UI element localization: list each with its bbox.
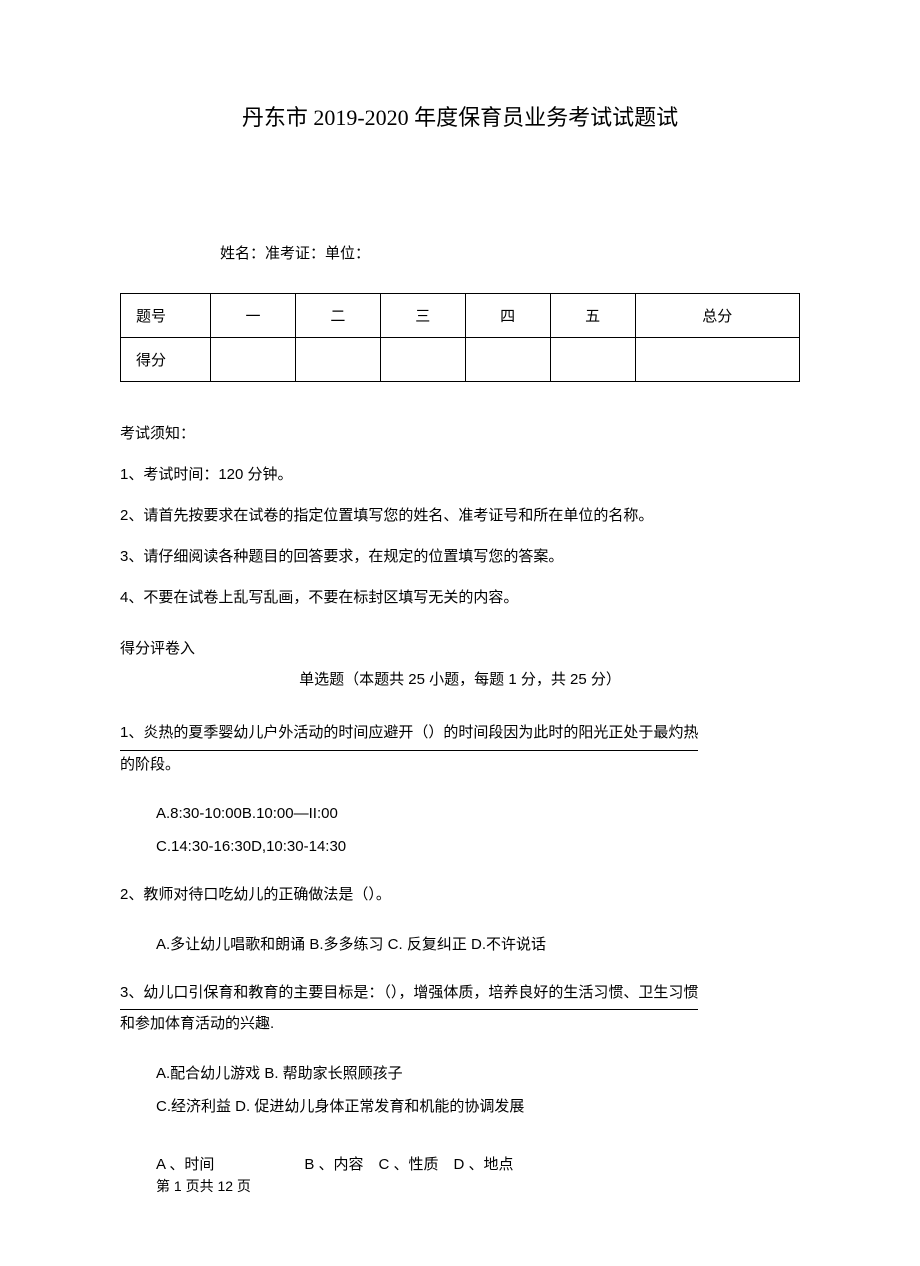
cell-col1: [211, 338, 296, 382]
notice-item: 1、考试时间：120 分钟。: [120, 463, 800, 484]
question-1-options: A.8:30-10:00B.10:00—II:00 C.14:30-16:30D…: [156, 797, 800, 863]
question-3: 3、幼儿口引保育和教育的主要目标是：（），增强体质，培养良好的生活习惯、卫生习惯…: [120, 979, 800, 1039]
section-subtitle: 单选题（本题共 25 小题，每题 1 分，共 25 分）: [120, 668, 800, 689]
exam-title: 丹东市 2019-2020 年度保育员业务考试试题试: [120, 100, 800, 132]
option-line: C.经济利益 D. 促进幼儿身体正常发育和机能的协调发展: [156, 1090, 800, 1123]
notice-heading: 考试须知：: [120, 422, 800, 443]
question-line: 2、教师对待口吃幼儿的正确做法是（）。: [120, 886, 391, 903]
notice-item: 3、请仔细阅读各种题目的回答要求，在规定的位置填写您的答案。: [120, 545, 800, 566]
question-line: 3、幼儿口引保育和教育的主要目标是：（），增强体质，培养良好的生活习惯、卫生习惯: [120, 979, 698, 1011]
question-2-options: A.多让幼儿唱歌和朗诵 B.多多练习 C. 反复纠正 D.不许说话: [156, 928, 800, 961]
question-3-options: A.配合幼儿游戏 B. 帮助家长照顾孩子 C.经济利益 D. 促进幼儿身体正常发…: [156, 1057, 800, 1123]
cell-col1: 一: [211, 294, 296, 338]
question-2: 2、教师对待口吃幼儿的正确做法是（）。: [120, 881, 800, 910]
candidate-info-line: 姓名：准考证：单位：: [220, 242, 800, 263]
question-line: 1、炎热的夏季婴幼儿户外活动的时间应避开（）的时间段因为此时的阳光正处于最灼热: [120, 719, 698, 751]
notice-item: 4、不要在试卷上乱写乱画，不要在标封区填写无关的内容。: [120, 586, 800, 607]
question-line: 和参加体育活动的兴趣.: [120, 1015, 274, 1032]
cell-col3: 三: [380, 294, 465, 338]
question-line: 的阶段。: [120, 756, 180, 773]
cell-total: [635, 338, 799, 382]
table-row: 得分: [121, 338, 800, 382]
option-line: C.14:30-16:30D,10:30-14:30: [156, 830, 800, 863]
option-line: A.配合幼儿游戏 B. 帮助家长照顾孩子: [156, 1057, 800, 1090]
option-line: A.8:30-10:00B.10:00—II:00: [156, 797, 800, 830]
cell-col2: 二: [295, 294, 380, 338]
page-number: 第 1 页共 12 页: [156, 1176, 800, 1196]
cell-label: 题号: [121, 294, 211, 338]
footer-options: A 、时间 B 、内容 C 、性质 D 、地点: [156, 1153, 800, 1174]
cell-col5: [550, 338, 635, 382]
cell-col5: 五: [550, 294, 635, 338]
score-table: 题号 一 二 三 四 五 总分 得分: [120, 293, 800, 382]
option-line: A.多让幼儿唱歌和朗诵 B.多多练习 C. 反复纠正 D.不许说话: [156, 928, 800, 961]
question-1: 1、炎热的夏季婴幼儿户外活动的时间应避开（）的时间段因为此时的阳光正处于最灼热 …: [120, 719, 800, 779]
cell-label: 得分: [121, 338, 211, 382]
notice-item: 2、请首先按要求在试卷的指定位置填写您的姓名、准考证号和所在单位的名称。: [120, 504, 800, 525]
cell-col4: [465, 338, 550, 382]
cell-total: 总分: [635, 294, 799, 338]
section-heading: 得分评卷入: [120, 637, 800, 658]
table-row: 题号 一 二 三 四 五 总分: [121, 294, 800, 338]
cell-col2: [295, 338, 380, 382]
cell-col4: 四: [465, 294, 550, 338]
cell-col3: [380, 338, 465, 382]
